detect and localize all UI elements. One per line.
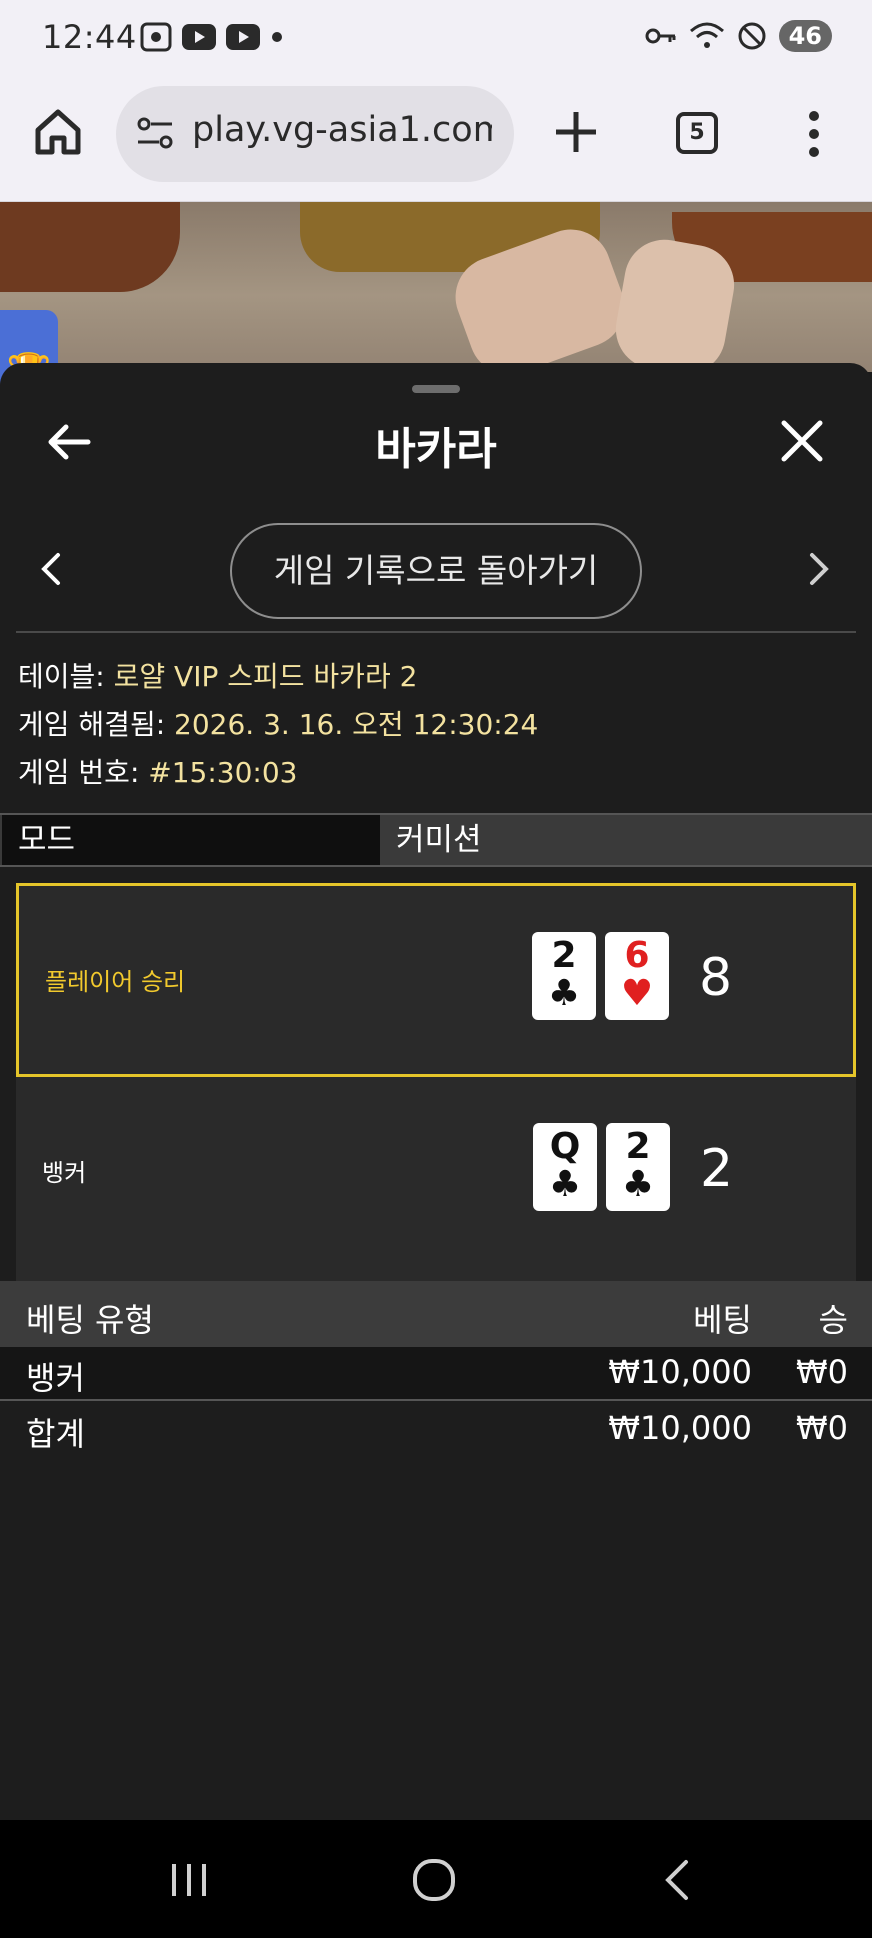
banker-result-label: 뱅커: [42, 1159, 87, 1187]
url-text: play.vg-asia1.com: [192, 110, 492, 150]
player-score: 8: [699, 948, 733, 1008]
mode-commission-row: 모드 커미션: [0, 813, 872, 867]
new-tab-icon[interactable]: [550, 106, 602, 158]
info-number-label: 게임 번호:: [18, 756, 149, 789]
info-game-number: 게임 번호: #15:30:03: [18, 751, 298, 791]
commission-label: 커미션: [396, 822, 482, 858]
card-suit: ♣: [548, 1164, 582, 1205]
info-resolved-value: 2026. 3. 16. 오전 12:30:24: [174, 708, 539, 741]
wifi-icon: [689, 22, 724, 48]
card-rank: 2: [625, 1126, 651, 1167]
hand-results: 플레이어 승리 2 ♣ 6 ♥ 8 뱅커 Q ♣ 2 ♣ 2: [16, 883, 856, 1283]
header-bet-amount: 베팅: [693, 1301, 752, 1339]
table-row: 뱅커 ₩10,000 ₩0: [0, 1347, 872, 1401]
card-rank: Q: [549, 1126, 581, 1167]
site-settings-icon[interactable]: [134, 112, 176, 154]
drag-handle[interactable]: [412, 385, 460, 393]
bet-table-header: 베팅 유형 베팅 승: [0, 1281, 872, 1347]
card-suit: ♣: [547, 973, 581, 1014]
next-game-icon[interactable]: [804, 551, 834, 587]
card-rank: 6: [624, 935, 650, 976]
page-title: 바카라: [375, 424, 497, 475]
player-card-2: 6 ♥: [605, 932, 669, 1020]
status-bar: 12:44 46: [0, 0, 872, 80]
tab-switcher-button[interactable]: 5: [676, 112, 718, 154]
status-notification-icons: [140, 22, 284, 52]
back-button-icon[interactable]: [662, 1858, 692, 1902]
card-suit: ♥: [620, 973, 654, 1014]
total-row: 합계 ₩10,000 ₩0: [0, 1403, 872, 1457]
player-card-1: 2 ♣: [532, 932, 596, 1020]
bet-amount-cell: ₩10,000: [608, 1353, 752, 1391]
more-options-icon[interactable]: [796, 108, 832, 160]
recent-apps-icon[interactable]: [168, 1860, 210, 1900]
game-detail-panel: 바카라 게임 기록으로 돌아가기 테이블: 로얄 VIP 스피드 바카라 2 게…: [0, 363, 872, 1820]
status-system-icons: 46: [645, 20, 832, 52]
browser-toolbar: play.vg-asia1.com 5: [0, 80, 872, 202]
url-bar[interactable]: play.vg-asia1.com: [116, 86, 514, 182]
status-time: 12:44: [42, 18, 137, 56]
header-win: 승: [818, 1301, 848, 1339]
youtube-icon-2: [226, 24, 260, 50]
bet-type-cell: 뱅커: [26, 1359, 85, 1397]
banker-hand-row: 뱅커 Q ♣ 2 ♣ 2: [16, 1077, 856, 1271]
battery-level: 46: [778, 20, 832, 52]
banker-score: 2: [700, 1139, 734, 1199]
bet-win-cell: ₩0: [796, 1353, 848, 1391]
video-dealer-hand-right: [609, 233, 741, 372]
vpn-key-icon: [645, 28, 676, 44]
video-chair-left: [0, 202, 180, 292]
home-button-icon[interactable]: [412, 1858, 456, 1902]
card-rank: 2: [551, 935, 577, 976]
back-to-history-button[interactable]: 게임 기록으로 돌아가기: [230, 523, 642, 619]
mode-label: 모드: [2, 815, 380, 865]
header-bet-type: 베팅 유형: [26, 1301, 154, 1339]
system-navigation-bar: [0, 1820, 872, 1938]
total-win: ₩0: [796, 1409, 848, 1447]
divider: [16, 631, 856, 633]
info-resolved: 게임 해결됨: 2026. 3. 16. 오전 12:30:24: [18, 703, 538, 743]
total-bet: ₩10,000: [608, 1409, 752, 1447]
youtube-icon: [182, 24, 216, 50]
do-not-disturb-icon: [738, 22, 766, 50]
info-resolved-label: 게임 해결됨:: [18, 708, 175, 741]
previous-game-icon[interactable]: [36, 551, 66, 587]
close-icon[interactable]: [778, 417, 826, 465]
info-table: 테이블: 로얄 VIP 스피드 바카라 2: [18, 655, 417, 695]
screenshot-icon: [140, 22, 172, 52]
total-label: 합계: [26, 1415, 85, 1453]
home-icon[interactable]: [30, 104, 86, 160]
info-table-value: 로얄 VIP 스피드 바카라 2: [113, 660, 418, 693]
card-suit: ♣: [621, 1164, 655, 1205]
banker-card-2: 2 ♣: [606, 1123, 670, 1211]
live-video-feed: [0, 202, 872, 372]
banker-card-1: Q ♣: [533, 1123, 597, 1211]
info-table-label: 테이블:: [18, 660, 114, 693]
player-hand-row: 플레이어 승리 2 ♣ 6 ♥ 8: [16, 883, 856, 1077]
info-number-value: #15:30:03: [148, 756, 298, 789]
more-notifications-dot-icon: [272, 32, 282, 42]
player-result-label: 플레이어 승리: [45, 968, 186, 996]
